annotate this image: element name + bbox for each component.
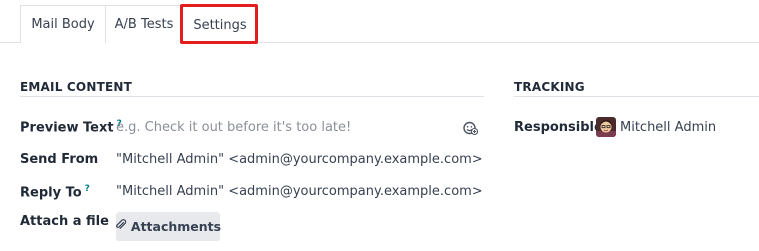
tab-ab-tests[interactable]: A/B Tests <box>105 5 183 43</box>
tab-mail-body[interactable]: Mail Body <box>20 5 106 43</box>
preview-text-input[interactable]: e.g. Check it out before it's too late! <box>116 120 351 135</box>
responsible-label: Responsible <box>514 120 603 135</box>
preview-text-label-text: Preview Text <box>20 120 114 136</box>
tracking-title: TRACKING <box>514 80 585 94</box>
smiley-icon[interactable] <box>462 120 479 136</box>
preview-text-label: Preview Text? <box>20 119 122 135</box>
email-content-rule <box>20 96 484 97</box>
avatar <box>596 117 616 137</box>
notebook-tabs: Mail Body A/B Tests Settings <box>0 0 759 44</box>
reply-to-label-text: Reply To <box>20 185 82 201</box>
attachments-button-label: Attachments <box>130 219 222 234</box>
reply-to-label: Reply To? <box>20 184 90 200</box>
email-content-title: EMAIL CONTENT <box>20 80 132 94</box>
send-from-field[interactable]: "Mitchell Admin" <admin@yourcompany.exam… <box>116 152 483 167</box>
tracking-rule <box>514 96 759 97</box>
attachments-button[interactable]: Attachments <box>115 212 222 241</box>
attach-file-label: Attach a file <box>20 214 109 229</box>
send-from-label: Send From <box>20 152 99 167</box>
responsible-field[interactable]: Mitchell Admin <box>620 120 716 135</box>
reply-to-help[interactable]: ? <box>85 184 90 194</box>
tab-settings[interactable]: Settings <box>182 5 258 44</box>
reply-to-field[interactable]: "Mitchell Admin" <admin@yourcompany.exam… <box>116 184 483 199</box>
paperclip-icon <box>115 219 127 234</box>
